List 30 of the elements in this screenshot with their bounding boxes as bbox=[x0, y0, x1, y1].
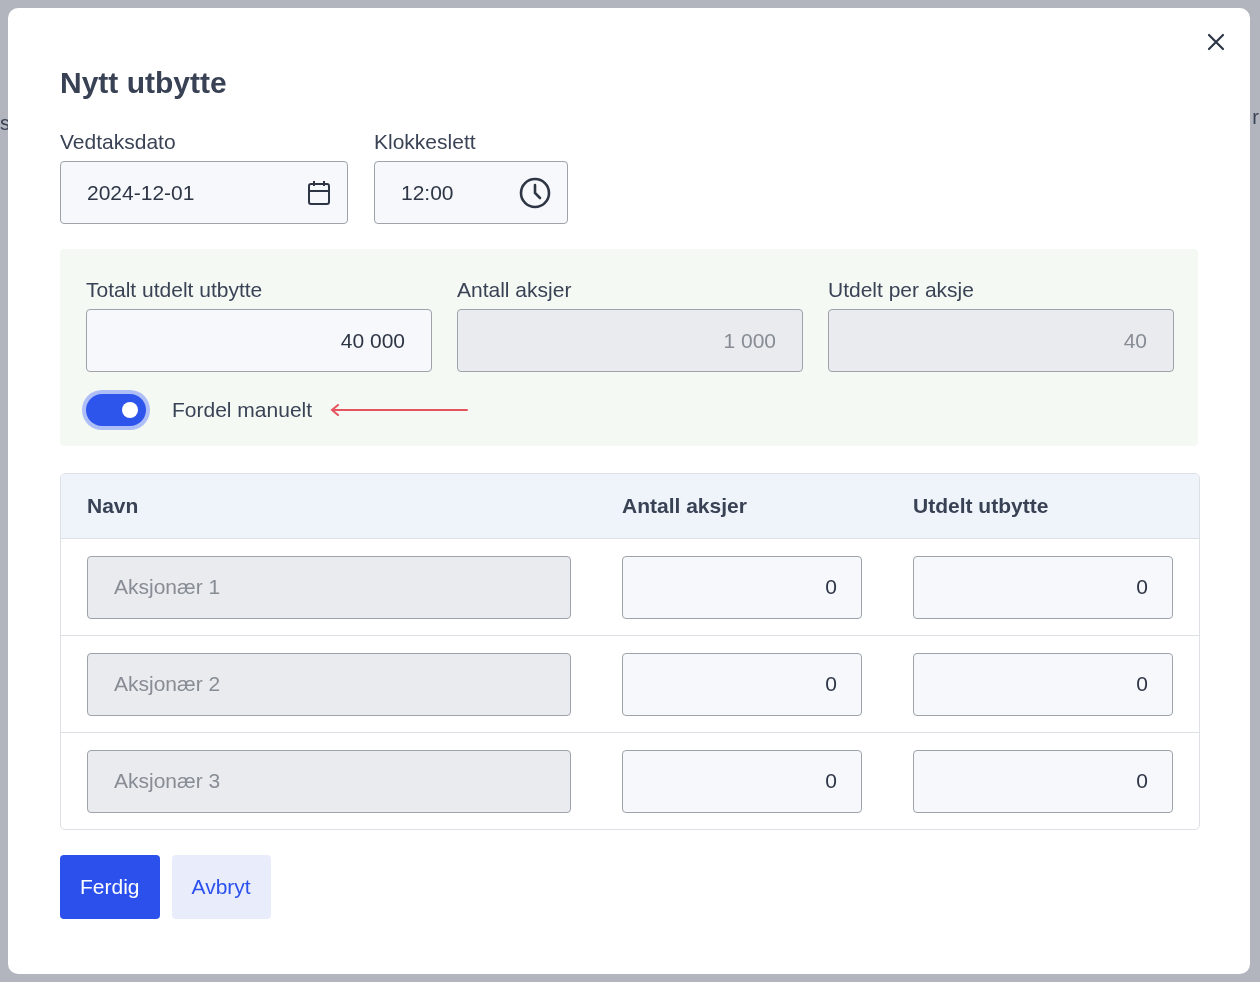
dividend-field[interactable]: 0 bbox=[913, 652, 1173, 716]
time-field[interactable]: 12:00 bbox=[374, 161, 568, 224]
calendar-icon bbox=[307, 179, 331, 206]
shares-field[interactable]: 0 bbox=[622, 555, 862, 619]
field-label: Klokkeslett bbox=[374, 129, 477, 155]
toggle-label: Fordel manuelt bbox=[172, 398, 313, 422]
close-icon[interactable] bbox=[1206, 32, 1226, 52]
field-label: Utdelt per aksje bbox=[828, 277, 975, 303]
background-text: r bbox=[1252, 106, 1259, 129]
dividend-field[interactable]: 0 bbox=[913, 749, 1173, 813]
input-field: 40 bbox=[828, 309, 1174, 372]
field-label: Vedtaksdato bbox=[60, 129, 177, 155]
clock-icon bbox=[519, 176, 551, 209]
dialog-title: Nytt utbytte bbox=[60, 66, 228, 99]
cancel-button[interactable]: Avbryt bbox=[171, 855, 271, 919]
column-header: Navn bbox=[87, 494, 140, 518]
input-field: 1 000 bbox=[457, 309, 803, 372]
field-label: Antall aksjer bbox=[457, 277, 573, 303]
column-header: Utdelt utbytte bbox=[913, 494, 1050, 518]
dividend-field[interactable]: 0 bbox=[913, 555, 1173, 619]
date-field[interactable]: 2024-12-01 bbox=[60, 161, 348, 224]
column-header: Antall aksjer bbox=[622, 494, 748, 518]
input-field[interactable]: 40 000 bbox=[86, 309, 432, 372]
name-field: Aksjonær 2 bbox=[87, 652, 571, 716]
name-field: Aksjonær 1 bbox=[87, 555, 571, 619]
done-button[interactable]: Ferdig bbox=[60, 855, 160, 919]
shares-field[interactable]: 0 bbox=[622, 652, 862, 716]
shares-field[interactable]: 0 bbox=[622, 749, 862, 813]
field-label: Totalt utdelt utbytte bbox=[86, 277, 264, 303]
name-field: Aksjonær 3 bbox=[87, 749, 571, 813]
